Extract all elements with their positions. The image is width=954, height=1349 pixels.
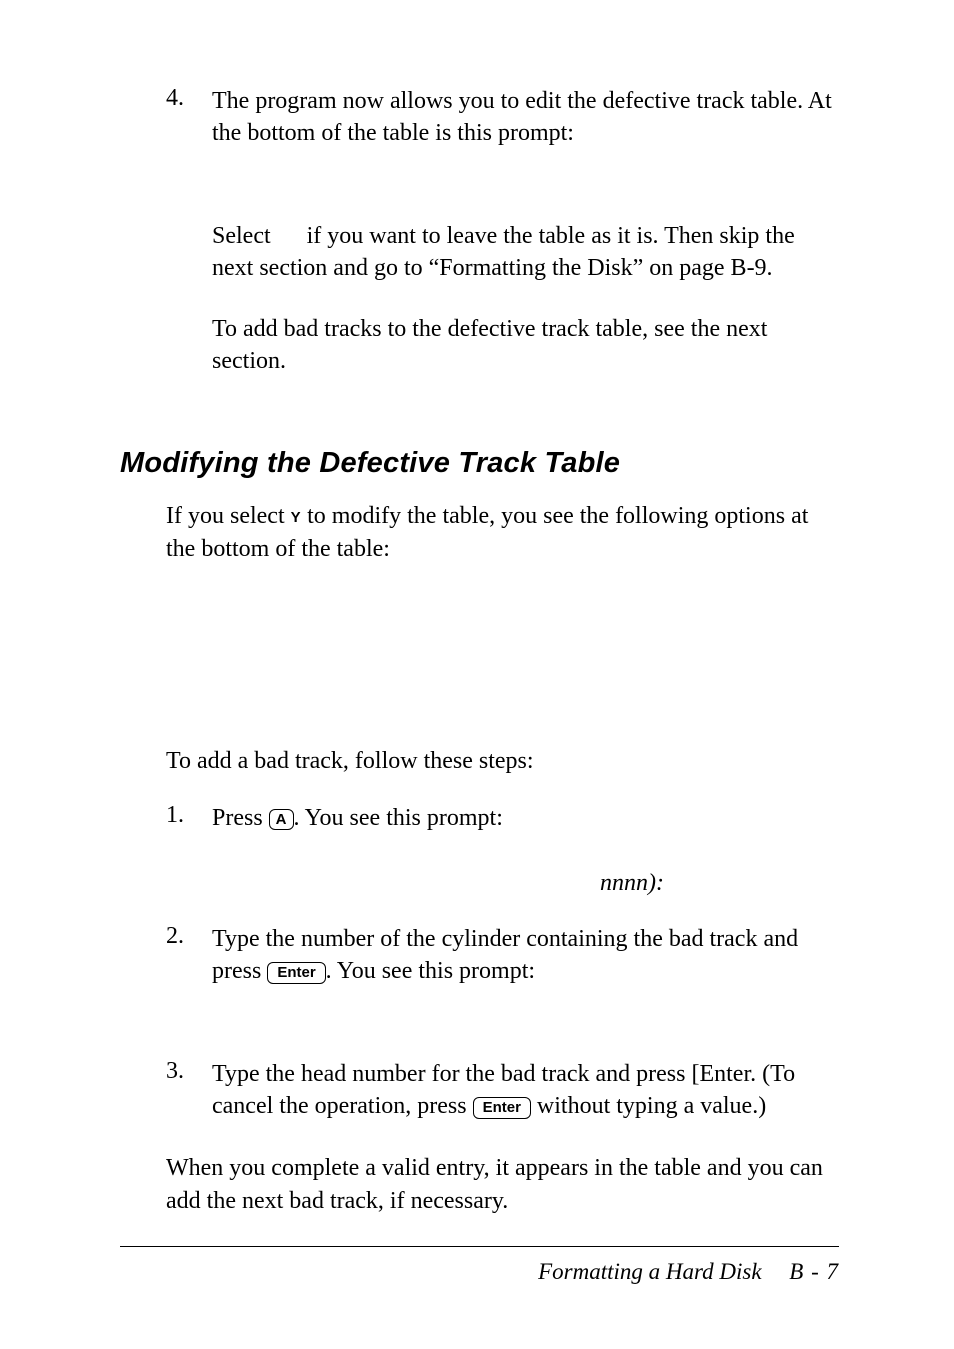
sub3-post: without typing a value.) <box>531 1093 766 1119</box>
ordered-item-4: 4. The program now allows you to edit th… <box>166 85 839 160</box>
step4-followup-1: Select if you want to leave the table as… <box>212 220 839 285</box>
key-enter: Enter <box>473 1097 531 1119</box>
sub-item-2: 2. Type the number of the cylinder conta… <box>166 923 839 998</box>
page-footer: Formatting a Hard Disk B - 7 <box>120 1246 839 1285</box>
footer-page-number: B - 7 <box>789 1259 839 1284</box>
list-number: 4. <box>166 85 192 160</box>
sub-item-3: 3. Type the head number for the bad trac… <box>166 1058 839 1133</box>
key-A: A <box>269 809 294 831</box>
intro-pre: If you select <box>166 503 291 529</box>
closing-paragraph: When you complete a valid entry, it appe… <box>166 1152 839 1217</box>
list-number: 3. <box>166 1058 192 1133</box>
page-content: 4. The program now allows you to edit th… <box>120 85 839 1289</box>
section-heading: Modifying the Defective Track Table <box>120 447 839 480</box>
footer-title: Formatting a Hard Disk <box>538 1259 761 1284</box>
intro-paragraph: If you select Y to modify the table, you… <box>166 500 839 565</box>
sub3-text: Type the head number for the bad track a… <box>212 1058 839 1123</box>
list-number: 1. <box>166 802 192 844</box>
sub2-text: Type the number of the cylinder containi… <box>212 923 839 988</box>
add-bad-intro: To add a bad track, follow these steps: <box>166 745 839 777</box>
footer-rule <box>120 1246 839 1247</box>
step4-text: The program now allows you to edit the d… <box>212 85 839 150</box>
nnnn-placeholder: nnnn): <box>600 870 664 896</box>
select-pre: Select <box>212 223 271 249</box>
sub2-post: . You see this prompt: <box>326 958 535 984</box>
key-y-inline: Y <box>291 509 302 526</box>
sub1-post: . You see this prompt: <box>294 805 503 831</box>
sub-item-1: 1. Press A. You see this prompt: <box>166 802 839 844</box>
step4-followup-2: To add bad tracks to the defective track… <box>212 313 839 378</box>
sub1-pre: Press <box>212 805 269 831</box>
list-number: 2. <box>166 923 192 998</box>
sub1-text: Press A. You see this prompt: <box>212 802 839 834</box>
key-enter: Enter <box>267 962 325 984</box>
